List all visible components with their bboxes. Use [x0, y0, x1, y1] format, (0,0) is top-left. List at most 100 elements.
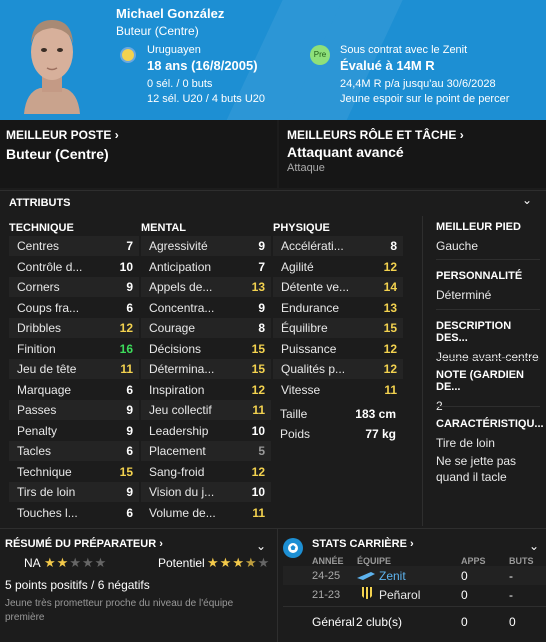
attribute-value: 13 — [383, 300, 397, 315]
attribute-row[interactable]: Dribbles 12 — [9, 318, 139, 338]
attribute-name: Agressivité — [149, 239, 208, 253]
attribute-row[interactable]: Contrôle d... 10 — [9, 257, 139, 277]
attribute-row[interactable]: Agressivité 9 — [141, 236, 271, 256]
chevron-right-icon: › — [159, 538, 163, 550]
attribute-name: Inspiration — [149, 382, 205, 397]
personality-label: PERSONNALITÉ — [436, 270, 523, 282]
attribute-row[interactable]: Accélérati... 8 — [273, 236, 403, 256]
attribute-row[interactable]: Technique 15 — [9, 462, 139, 482]
career-row[interactable]: 24-25 Zenit 0 - — [283, 566, 546, 585]
best-position-panel[interactable]: MEILLEUR POSTE › Buteur (Centre) — [0, 120, 277, 188]
attribute-row[interactable]: Puissance 12 — [273, 339, 403, 359]
attribute-name: Accélérati... — [281, 239, 344, 253]
best-position-value: Buteur (Centre) — [6, 146, 109, 162]
attribute-value: 11 — [252, 403, 265, 417]
attribute-row[interactable]: Jeu de tête 11 — [9, 359, 139, 379]
career-row[interactable]: 21-23 Peñarol 0 - — [283, 585, 546, 604]
attribute-name: Qualités p... — [281, 362, 346, 376]
coach-report-title[interactable]: RÉSUMÉ DU PRÉPARATEUR › — [5, 538, 163, 550]
career-team[interactable]: Zenit — [379, 569, 406, 583]
attribute-row[interactable]: Décisions 15 — [141, 339, 271, 359]
attribute-row[interactable]: Détermina... 15 — [141, 359, 271, 379]
attribute-value: 9 — [126, 423, 133, 438]
attribute-name: Tacles — [17, 444, 52, 458]
star-icon: ★ — [207, 555, 220, 570]
attribute-row[interactable]: Appels de... 13 — [141, 277, 271, 297]
best-role-panel[interactable]: MEILLEURS RÔLE ET TÂCHE › Attaquant avan… — [279, 120, 546, 188]
attribute-row[interactable]: Placement 5 — [141, 441, 271, 461]
career-stats-title[interactable]: STATS CARRIÈRE › — [312, 538, 414, 550]
media-description-value: Jeune avant-centre — [436, 350, 539, 364]
attribute-name: Vitesse — [281, 382, 321, 397]
chevron-down-icon[interactable]: ⌄ — [529, 539, 539, 553]
attribute-value: 12 — [119, 321, 133, 335]
attribute-row[interactable]: Équilibre 15 — [273, 318, 403, 338]
attribute-row[interactable]: Vision du j... 10 — [141, 482, 271, 502]
potential-label: Potentiel — [158, 556, 205, 570]
attribute-name: Détermina... — [149, 362, 215, 376]
attribute-row[interactable]: Penalty 9 — [9, 421, 139, 441]
attribute-name: Détente ve... — [281, 280, 350, 294]
attribute-row[interactable]: Qualités p... 12 — [273, 359, 403, 379]
attribute-row[interactable]: Volume de... 11 — [141, 503, 271, 523]
attribute-row[interactable]: Jeu collectif 11 — [141, 400, 271, 420]
attribute-row[interactable]: Endurance 13 — [273, 298, 403, 318]
attribute-row[interactable]: Concentra... 9 — [141, 298, 271, 318]
attribute-row[interactable]: Finition 16 — [9, 339, 139, 359]
height-row: Taille 183 cm — [272, 404, 402, 424]
attribute-row[interactable]: Sang-froid 12 — [141, 462, 271, 482]
empty-star-icon: ★ — [257, 555, 271, 570]
career-stats-title-text: STATS CARRIÈRE — [312, 538, 407, 550]
weight-value: 77 kg — [365, 427, 396, 441]
attribute-value: 9 — [126, 485, 133, 499]
col-goals: BUTS — [509, 556, 534, 566]
attribute-row[interactable]: Anticipation 7 — [141, 257, 271, 277]
attribute-row[interactable]: Vitesse 11 — [273, 380, 403, 400]
pre-contract-badge: Pre — [310, 45, 330, 65]
attribute-row[interactable]: Leadership 10 — [141, 421, 271, 441]
career-team[interactable]: Peñarol — [379, 588, 420, 602]
col-team: ÉQUIPE — [357, 556, 392, 566]
attribute-name: Centres — [17, 239, 60, 253]
trait-3: quand il tacle — [436, 470, 507, 484]
attribute-row[interactable]: Tacles 6 — [9, 441, 139, 461]
best-foot-label: MEILLEUR PIED — [436, 221, 521, 233]
player-age: 18 ans (16/8/2005) — [147, 58, 258, 73]
height-label: Taille — [280, 407, 308, 421]
attribute-value: 8 — [258, 321, 265, 335]
current-ability-label: NA — [24, 556, 41, 570]
attribute-value: 14 — [383, 280, 397, 294]
career-apps: 0 — [461, 588, 468, 602]
star-icon: ★ — [44, 555, 57, 570]
attribute-name: Contrôle d... — [17, 259, 83, 274]
player-position: Buteur (Centre) — [116, 24, 199, 38]
attribute-row[interactable]: Centres 7 — [9, 236, 139, 256]
attribute-row[interactable]: Agilité 12 — [273, 257, 403, 277]
attribute-name: Agilité — [281, 259, 314, 274]
attribute-value: 11 — [252, 505, 265, 520]
attribute-row[interactable]: Marquage 6 — [9, 380, 139, 400]
player-traits-label: CARACTÉRISTIQU... — [436, 418, 544, 430]
trait-1: Tire de loin — [436, 436, 495, 450]
attribute-value: 10 — [119, 259, 133, 274]
attribute-row[interactable]: Inspiration 12 — [141, 380, 271, 400]
goalkeeper-rating-label: NOTE (GARDIEN DE... — [436, 369, 524, 393]
attribute-value: 9 — [258, 300, 265, 315]
chevron-down-icon[interactable]: ⌄ — [256, 539, 266, 553]
attribute-value: 7 — [258, 259, 265, 274]
attribute-row[interactable]: Touches l... 6 — [9, 503, 139, 523]
attribute-name: Appels de... — [149, 280, 213, 294]
attribute-row[interactable]: Tirs de loin 9 — [9, 482, 139, 502]
attribute-row[interactable]: Détente ve... 14 — [273, 277, 403, 297]
attribute-value: 13 — [251, 280, 265, 294]
attribute-value: 8 — [390, 239, 397, 253]
media-description-label: DESCRIPTION DES... — [436, 320, 512, 344]
attribute-row[interactable]: Passes 9 — [9, 400, 139, 420]
attribute-value: 9 — [126, 280, 133, 294]
chevron-down-icon[interactable]: ⌄ — [522, 193, 532, 207]
attribute-row[interactable]: Courage 8 — [141, 318, 271, 338]
career-total-clubs: 2 club(s) — [356, 615, 403, 629]
player-description: Jeune espoir sur le point de percer — [340, 93, 510, 105]
attribute-row[interactable]: Coups fra... 6 — [9, 298, 139, 318]
attribute-row[interactable]: Corners 9 — [9, 277, 139, 297]
